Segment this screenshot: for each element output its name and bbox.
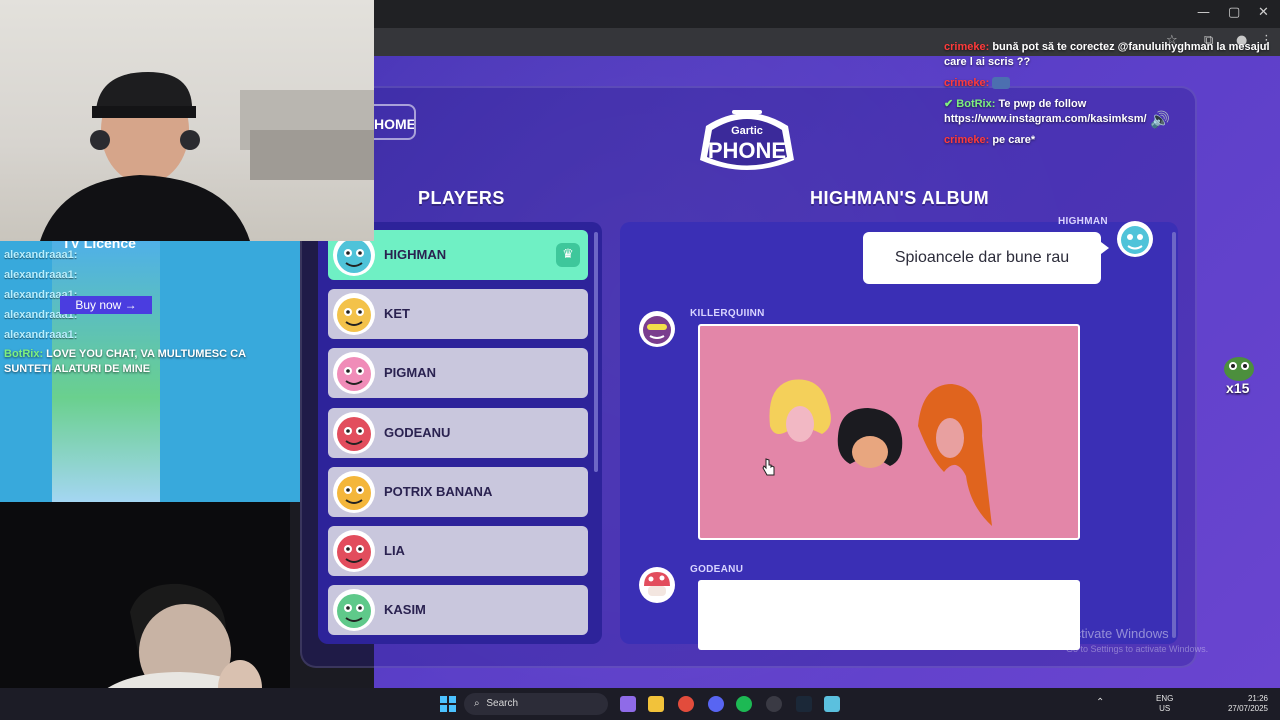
text-entry-bubble: Spioancele dar bune rau bbox=[863, 232, 1109, 284]
alert-user: alexandraaa1: bbox=[4, 269, 78, 281]
obs-icon[interactable] bbox=[766, 696, 782, 712]
maximize-button[interactable]: ▢ bbox=[1228, 5, 1240, 20]
player-row[interactable]: PIGMAN bbox=[328, 348, 588, 398]
alert-user: alexandraaa1: bbox=[4, 329, 78, 341]
chat-message: ✔ BotRix: Te pwp de follow https://www.i… bbox=[944, 97, 1280, 127]
clock-time: 21:26 bbox=[1247, 694, 1268, 703]
bot-badge-icon: ✔ bbox=[944, 98, 957, 110]
alert-user: alexandraaa1: bbox=[4, 249, 78, 261]
emote-counter: x15 bbox=[1226, 380, 1250, 396]
album-scrollbar[interactable] bbox=[1172, 232, 1176, 638]
player-avatar-icon bbox=[333, 412, 375, 454]
hand-cursor-icon bbox=[762, 458, 775, 476]
file-explorer-icon[interactable] bbox=[648, 696, 664, 712]
spotify-icon[interactable] bbox=[736, 696, 752, 712]
language-indicator[interactable]: ENG US bbox=[1156, 694, 1173, 714]
player-name: KASIM bbox=[384, 602, 426, 617]
streamer-webcam bbox=[0, 0, 374, 241]
stream-alerts-panel: TV Licence alexandraaa1: alexandraaa1: a… bbox=[0, 241, 300, 502]
player-row[interactable]: GODEANU bbox=[328, 408, 588, 458]
player-row[interactable]: POTRIX BANANA bbox=[328, 467, 588, 517]
windows-start-icon[interactable] bbox=[440, 696, 456, 712]
player-avatar-icon bbox=[333, 293, 375, 335]
chat-message: crimeke: bbox=[944, 76, 1280, 91]
player-row[interactable]: LIA bbox=[328, 526, 588, 576]
activate-windows-title: Activate Windows bbox=[1066, 626, 1169, 641]
app-icon[interactable] bbox=[824, 696, 840, 712]
chat-text: pe care* bbox=[992, 134, 1036, 146]
chat-message: crimeke: bună pot să te corectez @fanulu… bbox=[944, 40, 1280, 70]
speaker-icon: 🔊 bbox=[1150, 110, 1170, 129]
chat-message: crimeke: pe care* bbox=[944, 133, 1280, 148]
crown-icon: ♛ bbox=[556, 243, 580, 267]
album-title: HIGHMAN'S ALBUM bbox=[810, 188, 990, 208]
emote-icon bbox=[992, 77, 1011, 90]
windows-taskbar bbox=[0, 688, 1280, 720]
logo-phone-text: PHONE bbox=[708, 138, 786, 163]
close-button[interactable]: ✕ bbox=[1258, 5, 1269, 20]
clock-date: 27/07/2025 bbox=[1227, 704, 1268, 713]
player-name: HIGHMAN bbox=[384, 247, 447, 262]
player-avatar-icon bbox=[333, 352, 375, 394]
player-name: PIGMAN bbox=[384, 365, 436, 380]
botrix-user: BotRix: bbox=[4, 348, 44, 360]
entry-author: HIGHMAN bbox=[1058, 216, 1108, 227]
buy-now-button[interactable]: Buy now → bbox=[60, 296, 152, 314]
player-avatar-icon bbox=[333, 471, 375, 513]
player-row[interactable]: KASIM bbox=[328, 585, 588, 635]
player-row[interactable]: KET bbox=[328, 289, 588, 339]
chat-username: BotRix: bbox=[956, 98, 996, 110]
chat-username: crimeke: bbox=[944, 134, 990, 146]
godeanu-avatar-icon bbox=[639, 567, 675, 603]
discord-icon[interactable] bbox=[708, 696, 724, 712]
taskbar-clock[interactable]: 21:26 27/07/2025 bbox=[1222, 694, 1268, 714]
search-label: Search bbox=[486, 698, 519, 709]
steam-icon[interactable] bbox=[796, 696, 812, 712]
tray-chevron-icon[interactable]: ⌃ bbox=[1096, 697, 1104, 708]
chat-username: crimeke: bbox=[944, 41, 990, 53]
player-name: GODEANU bbox=[384, 425, 451, 440]
drawing-canvas bbox=[698, 324, 1080, 540]
chat-username: crimeke: bbox=[944, 77, 990, 89]
botrix-message: BotRix: LOVE YOU CHAT, VA MULTUMESC CA S… bbox=[4, 347, 294, 377]
chat-text: bună pot să te corectez @fanuluihyghman … bbox=[944, 41, 1270, 68]
gartic-phone-logo: Gartic PHONE bbox=[700, 110, 794, 170]
webcam-feed-image bbox=[40, 72, 374, 241]
drawing-image bbox=[769, 379, 992, 526]
killerquiinn-avatar-icon bbox=[639, 311, 675, 347]
highman-avatar-icon bbox=[1117, 221, 1153, 257]
player-name: POTRIX BANANA bbox=[384, 484, 493, 499]
entry-author: GODEANU bbox=[690, 564, 744, 575]
lang-code: ENG bbox=[1156, 694, 1174, 703]
entry-author: KILLERQUIINN bbox=[690, 308, 765, 319]
chrome-icon[interactable] bbox=[678, 696, 694, 712]
player-name: KET bbox=[384, 306, 410, 321]
search-icon: ⌕ bbox=[474, 698, 480, 709]
activate-windows-subtitle: Go to Settings to activate Windows. bbox=[1066, 644, 1209, 654]
logo-gartic-text: Gartic bbox=[731, 125, 763, 137]
player-avatar-icon bbox=[333, 589, 375, 631]
blank-entry-card bbox=[698, 580, 1080, 650]
player-name: LIA bbox=[384, 543, 405, 558]
copilot-icon[interactable] bbox=[620, 696, 636, 712]
taskbar-search[interactable]: ⌕ Search bbox=[464, 693, 608, 715]
players-title: PLAYERS bbox=[418, 188, 505, 208]
minimize-button[interactable]: — bbox=[1197, 5, 1210, 20]
player-avatar-icon bbox=[333, 530, 375, 572]
players-list: HIGHMAN ♛ KET PIGMAN GODEANU POTRIX BANAN… bbox=[318, 222, 602, 644]
lang-region: US bbox=[1159, 704, 1171, 713]
players-scrollbar[interactable] bbox=[594, 232, 598, 472]
chat-overlay: crimeke: bună pot să te corectez @fanulu… bbox=[944, 40, 1280, 154]
